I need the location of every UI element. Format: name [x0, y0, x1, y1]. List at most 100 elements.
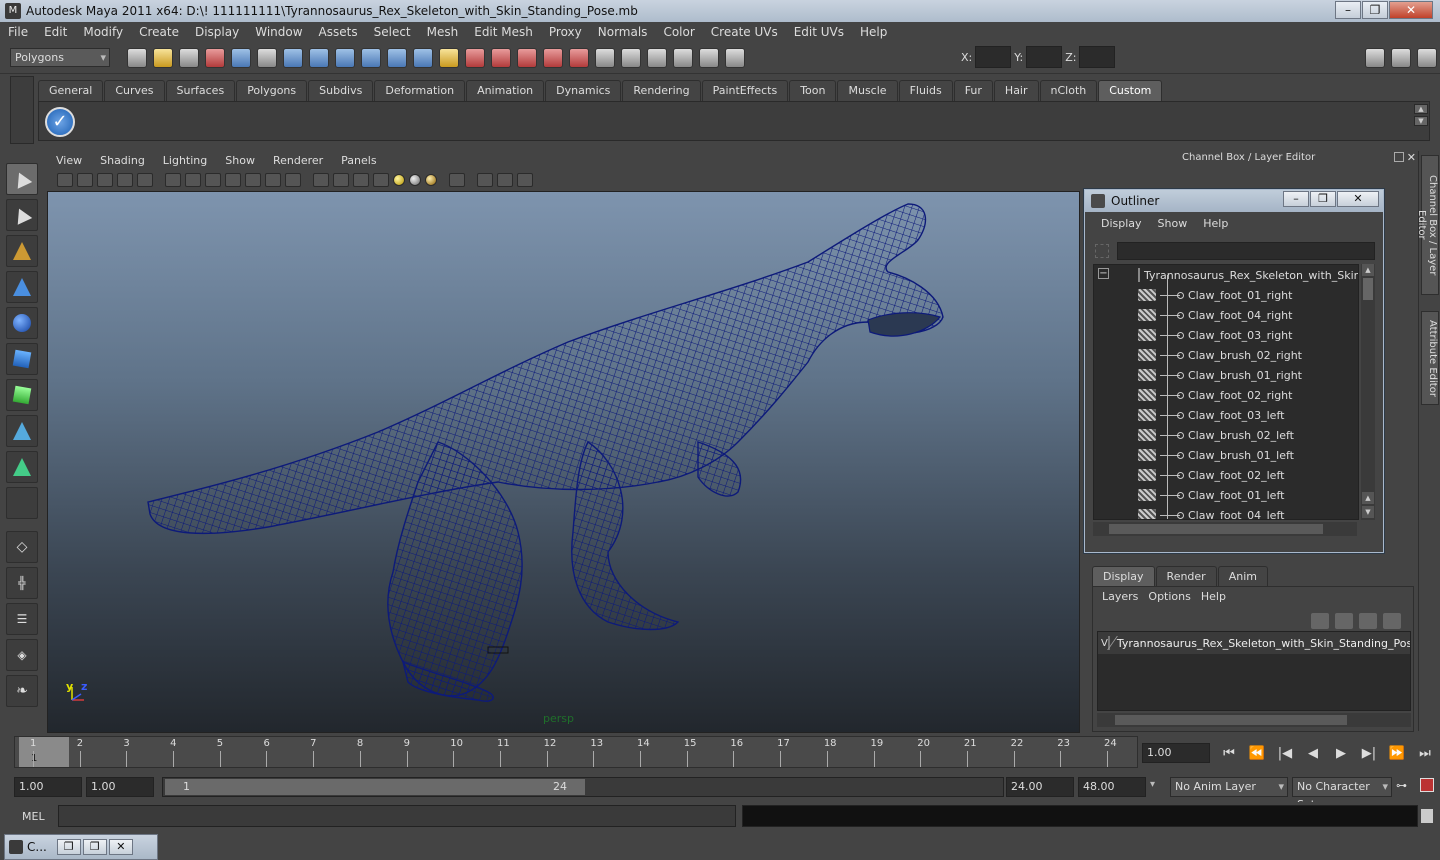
restore-button[interactable]: ❐	[56, 839, 81, 855]
open-scene-icon[interactable]	[153, 47, 173, 68]
collapse-icon[interactable]: −	[1098, 268, 1109, 279]
select-component-icon[interactable]	[257, 47, 277, 68]
shelf-scroll-down-icon[interactable]: ▼	[1414, 116, 1428, 126]
image-plane-icon[interactable]	[117, 173, 133, 187]
outliner-vertical-scrollbar[interactable]: ▲ ▲ ▼	[1361, 264, 1375, 520]
new-layer-from-selected-icon[interactable]	[1383, 613, 1401, 629]
last-tool-button[interactable]	[6, 451, 38, 483]
layer-tab-display[interactable]: Display	[1092, 566, 1155, 586]
step-forward-frame-icon[interactable]: ▶|	[1358, 744, 1380, 764]
safe-action-icon[interactable]	[265, 173, 281, 187]
xray-icon[interactable]	[477, 173, 493, 187]
menu-select[interactable]: Select	[366, 25, 419, 39]
minimize-button[interactable]: –	[1335, 1, 1361, 19]
select-hierarchy-icon[interactable]	[205, 47, 225, 68]
custom-layout-button[interactable]: ❧	[6, 675, 38, 707]
range-slider[interactable]: 1 24	[162, 777, 1004, 797]
preferences-icon[interactable]	[1420, 778, 1434, 792]
move-layer-up-icon[interactable]	[1311, 613, 1329, 629]
outliner-menu-help[interactable]: Help	[1195, 217, 1236, 230]
shelf-tab-custom[interactable]: Custom	[1098, 80, 1163, 101]
outliner-item[interactable]: Claw_foot_02_right	[1094, 385, 1358, 405]
outliner-root-item[interactable]: − Tyrannosaurus_Rex_Skeleton_with_Skin	[1094, 265, 1358, 285]
shelf-tab-fluids[interactable]: Fluids	[898, 80, 953, 101]
menu-display[interactable]: Display	[187, 25, 247, 39]
range-slider-thumb[interactable]: 1 24	[165, 779, 585, 795]
camera-select-icon[interactable]	[57, 173, 73, 187]
animation-start-field[interactable]: 1.00	[14, 777, 82, 797]
animation-end-field[interactable]: 48.00	[1078, 777, 1146, 797]
outliner-item[interactable]: Claw_brush_02_left	[1094, 425, 1358, 445]
snap-point-icon[interactable]	[335, 47, 355, 68]
scroll-up-icon[interactable]: ▲	[1362, 264, 1374, 276]
new-scene-icon[interactable]	[127, 47, 147, 68]
viewport-menu-view[interactable]: View	[47, 154, 91, 167]
shelf-tab-deformation[interactable]: Deformation	[374, 80, 466, 101]
magnet-icon[interactable]	[569, 47, 589, 68]
outliner-item[interactable]: Claw_foot_03_right	[1094, 325, 1358, 345]
go-to-start-icon[interactable]: ⏮	[1218, 744, 1240, 764]
maximize-small-button[interactable]: ❐	[82, 839, 107, 855]
textured-icon[interactable]	[373, 173, 389, 187]
safe-title-icon[interactable]	[285, 173, 301, 187]
layer-menu-help[interactable]: Help	[1196, 590, 1231, 603]
menu-modify[interactable]: Modify	[75, 25, 131, 39]
float-panel-icon[interactable]	[1394, 152, 1404, 162]
shelf-tab-rendering[interactable]: Rendering	[622, 80, 701, 101]
playback-start-field[interactable]: 1.00	[86, 777, 154, 797]
shelf-tab-general[interactable]: General	[38, 80, 104, 101]
current-frame-marker[interactable]: 1	[19, 737, 69, 767]
menu-assets[interactable]: Assets	[311, 25, 366, 39]
shelf-tab-fur[interactable]: Fur	[953, 80, 993, 101]
viewport-menu-show[interactable]: Show	[216, 154, 264, 167]
output-ops-icon[interactable]	[621, 47, 641, 68]
shelf-tab-hair[interactable]: Hair	[993, 80, 1039, 101]
shelf-tab-ncloth[interactable]: nCloth	[1039, 80, 1098, 101]
camera-attributes-icon[interactable]	[77, 173, 93, 187]
soft-mod-tool-button[interactable]	[6, 415, 38, 447]
all-lights-icon[interactable]	[409, 174, 421, 186]
menu-color[interactable]: Color	[655, 25, 702, 39]
shelf-tab-curves[interactable]: Curves	[104, 80, 165, 101]
viewport-menu-shading[interactable]: Shading	[91, 154, 154, 167]
mel-label[interactable]: MEL	[22, 810, 45, 823]
outliner-horizontal-scrollbar[interactable]	[1093, 522, 1357, 536]
menu-edit-mesh[interactable]: Edit Mesh	[466, 25, 541, 39]
filter-icon[interactable]	[1095, 244, 1109, 258]
menu-edit-uvs[interactable]: Edit UVs	[786, 25, 852, 39]
outliner-menu-display[interactable]: Display	[1093, 217, 1150, 230]
menu-window[interactable]: Window	[247, 25, 310, 39]
play-forward-icon[interactable]: ▶	[1330, 744, 1352, 764]
outliner-item[interactable]: Claw_foot_01_left	[1094, 485, 1358, 505]
outliner-item[interactable]: Claw_brush_01_right	[1094, 365, 1358, 385]
layer-tab-render[interactable]: Render	[1155, 566, 1217, 586]
layer-menu-layers[interactable]: Layers	[1097, 590, 1143, 603]
outliner-minimize-button[interactable]: –	[1283, 191, 1309, 207]
character-set-select[interactable]: No Character Set	[1292, 777, 1392, 811]
shelf-tab-painteffects[interactable]: PaintEffects	[701, 80, 789, 101]
viewport-menu-panels[interactable]: Panels	[332, 154, 385, 167]
viewport-menu-renderer[interactable]: Renderer	[264, 154, 332, 167]
y-field[interactable]	[1026, 46, 1063, 68]
render-view-icon[interactable]	[673, 47, 693, 68]
menu-help[interactable]: Help	[852, 25, 895, 39]
menu-set-select[interactable]: Polygons	[10, 48, 110, 67]
script-editor-icon[interactable]	[1421, 809, 1433, 823]
menu-proxy[interactable]: Proxy	[541, 25, 590, 39]
channel-box-side-tab[interactable]: Channel Box / Layer Editor	[1416, 155, 1439, 295]
lock-icon[interactable]	[439, 47, 459, 68]
menu-file[interactable]: File	[0, 25, 36, 39]
new-layer-icon[interactable]	[1359, 613, 1377, 629]
hypershade-icon[interactable]	[699, 47, 719, 68]
render-settings-icon[interactable]	[543, 47, 563, 68]
snap-grid-icon[interactable]	[283, 47, 303, 68]
layer-row[interactable]: V Tyrannosaurus_Rex_Skeleton_with_Skin_S…	[1098, 632, 1410, 654]
outliner-menu-show[interactable]: Show	[1150, 217, 1196, 230]
shelf-tab-toon[interactable]: Toon	[789, 80, 837, 101]
single-perspective-layout-button[interactable]: ◇	[6, 531, 38, 563]
grid-icon[interactable]	[165, 173, 181, 187]
menu-create-uvs[interactable]: Create UVs	[703, 25, 786, 39]
snap-curve-icon[interactable]	[309, 47, 329, 68]
playback-end-field[interactable]: 24.00	[1006, 777, 1074, 797]
film-gate-icon[interactable]	[185, 173, 201, 187]
